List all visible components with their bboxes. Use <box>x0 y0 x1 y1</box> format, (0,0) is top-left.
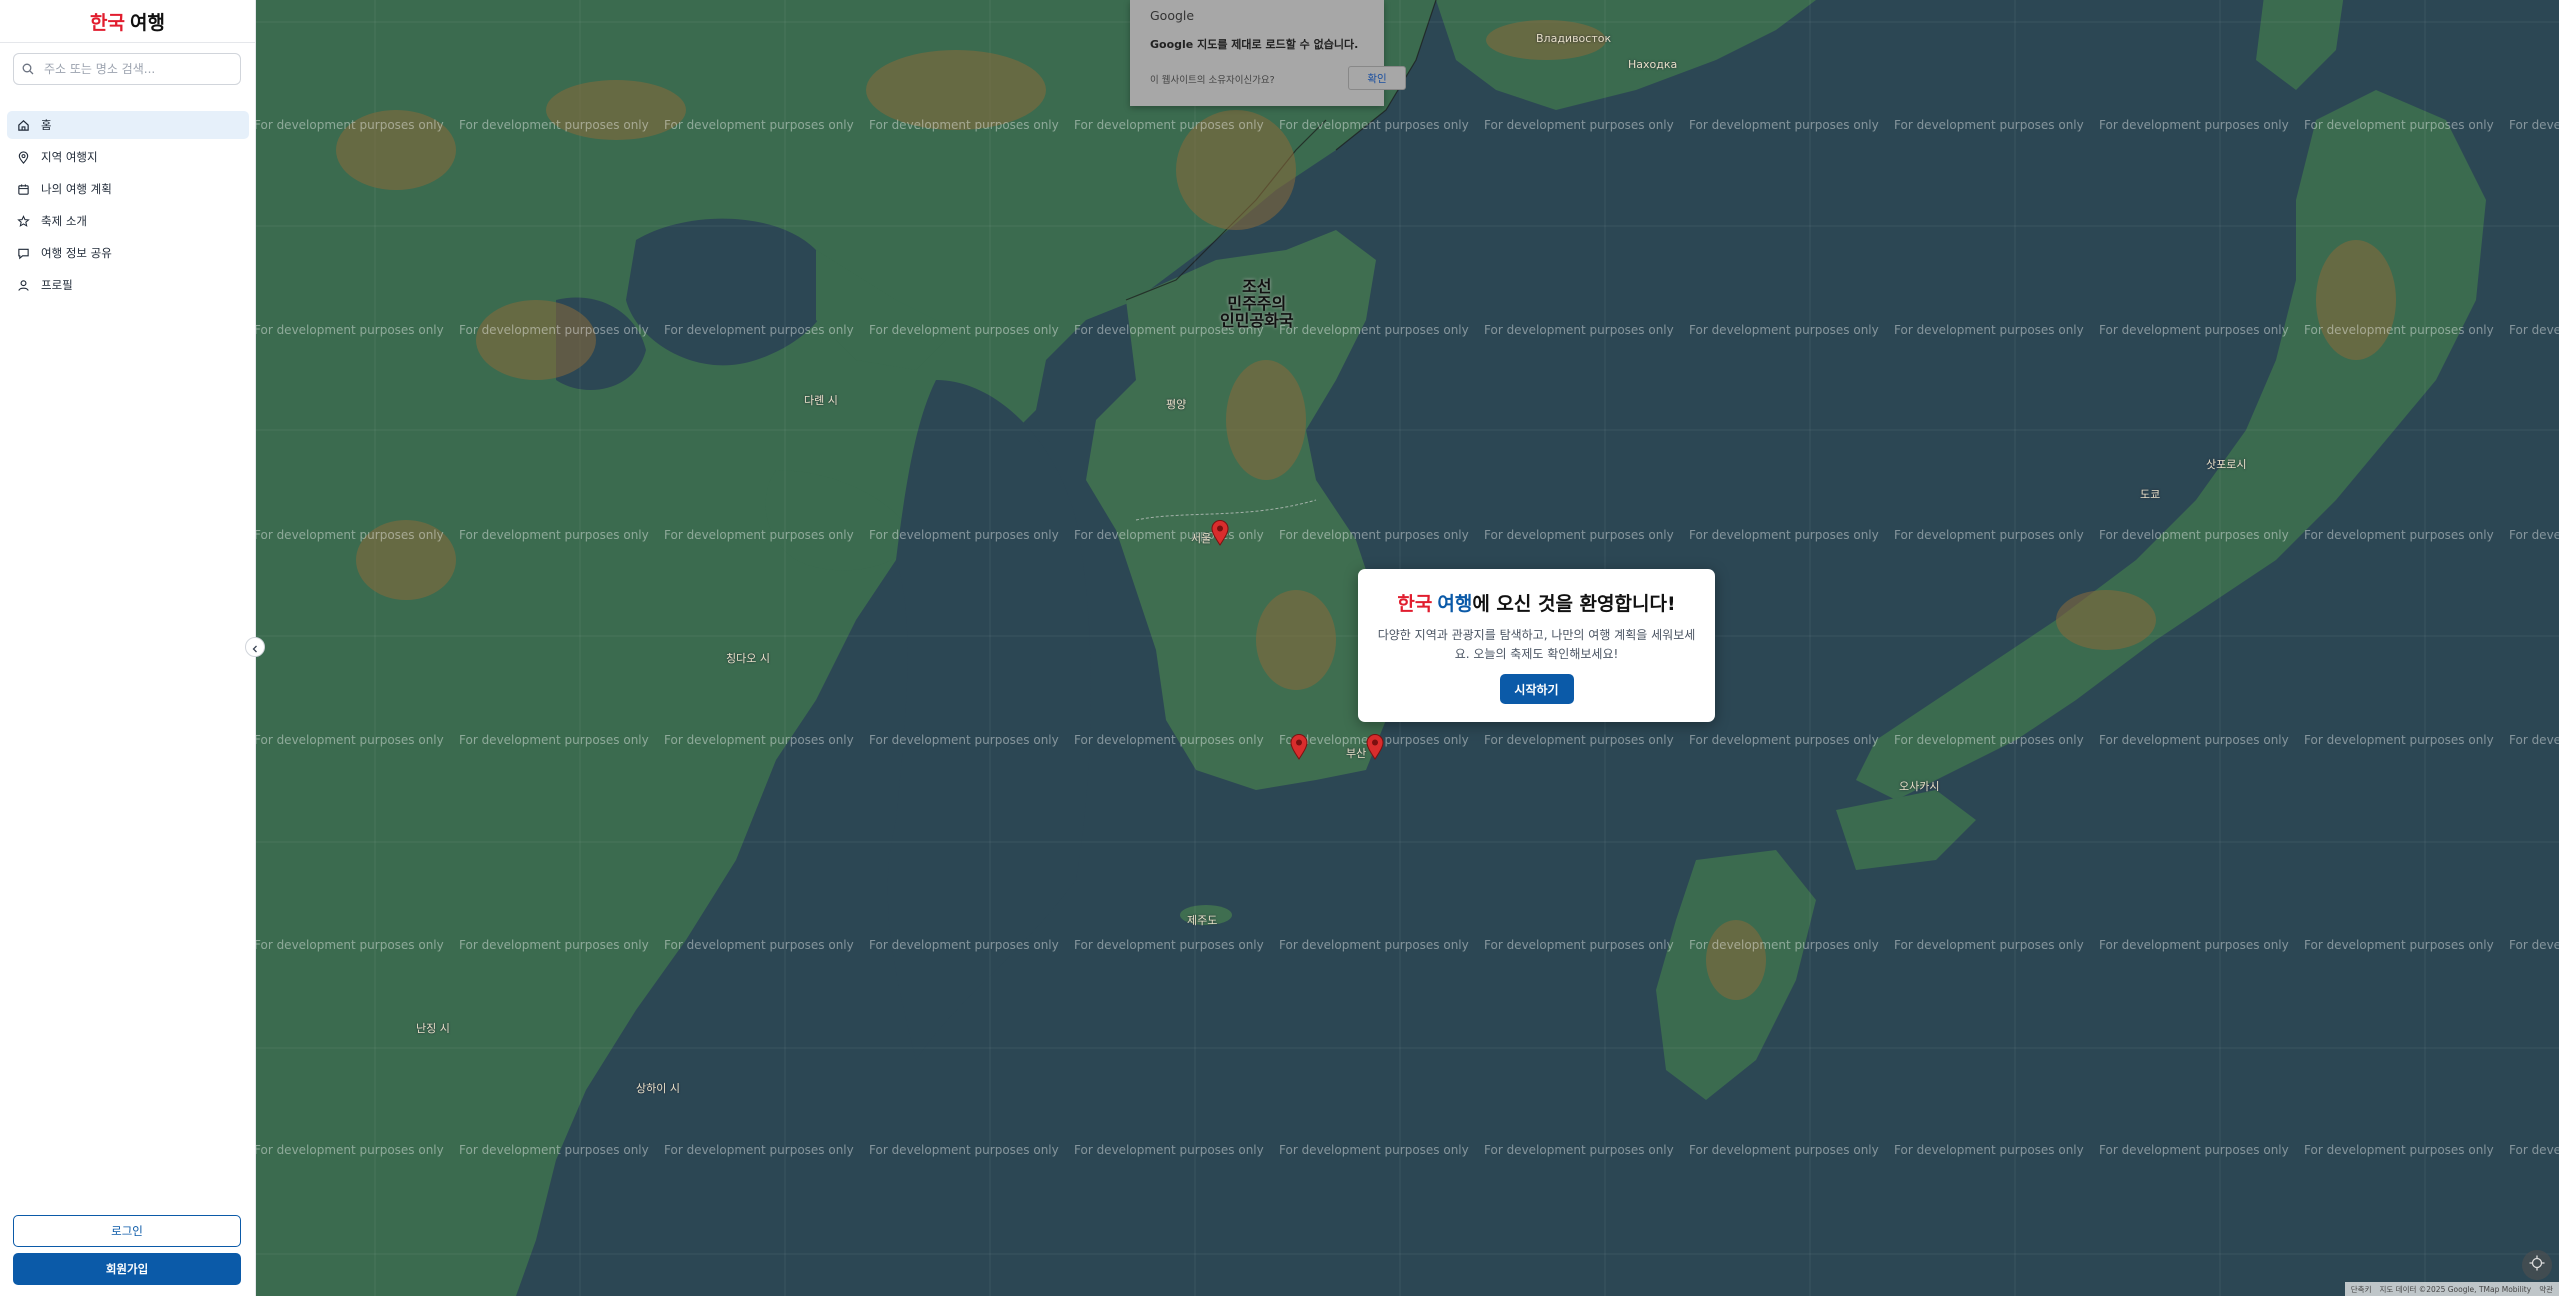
map-label-dprk-line: 조선 <box>1242 277 1272 296</box>
sidebar-item-share[interactable]: 여행 정보 공유 <box>7 239 249 267</box>
map-pin-icon <box>15 149 31 165</box>
map-canvas[interactable]: For development purposes only For develop… <box>256 0 2559 1296</box>
google-maps-error-dialog: Google Google 지도를 제대로 로드할 수 없습니다. 이 웹사이트… <box>1130 0 1406 106</box>
search-box <box>13 53 241 85</box>
star-icon <box>15 213 31 229</box>
map-label-dprk-line: 민주주의 <box>1227 294 1287 313</box>
sidebar-item-regions[interactable]: 지역 여행지 <box>7 143 249 171</box>
google-dialog-brand: Google <box>1150 8 1195 23</box>
attribution-data: 지도 데이터 ©2025 Google, TMap Mobility <box>2379 1284 2532 1294</box>
chevron-left-icon <box>251 638 259 657</box>
user-icon <box>15 277 31 293</box>
map-label-sapporo: 삿포로시 <box>2206 458 2247 471</box>
sidebar-item-my-plans[interactable]: 나의 여행 계획 <box>7 175 249 203</box>
map-label-seoul: 서울 <box>1191 532 1212 545</box>
home-icon <box>15 117 31 133</box>
welcome-title-travel: 여행 <box>1437 593 1473 615</box>
map-label-osaka: 오사카시 <box>1899 780 1940 793</box>
map-label-dalian: 다롄 시 <box>804 394 838 407</box>
google-dialog-message: Google 지도를 제대로 로드할 수 없습니다. <box>1150 38 1359 51</box>
welcome-description: 다양한 지역과 관광지를 탐색하고, 나만의 여행 계획을 세워보세요. 오늘의… <box>1377 628 1696 661</box>
map-marker-pin[interactable] <box>1211 520 1229 546</box>
start-button[interactable]: 시작하기 <box>1499 674 1574 704</box>
sidebar-item-profile[interactable]: 프로필 <box>7 271 249 299</box>
sidebar: 한국 여행 홈 지역 여행지 나의 여행 계획 <box>0 0 256 1296</box>
sidebar-item-label: 나의 여행 계획 <box>41 182 112 196</box>
my-location-button[interactable] <box>2522 1250 2552 1280</box>
login-button[interactable]: 로그인 <box>13 1215 241 1247</box>
crosshair-icon <box>2529 1255 2545 1275</box>
calendar-plan-icon <box>15 181 31 197</box>
sidebar-item-label: 지역 여행지 <box>41 150 98 164</box>
brand-logo[interactable]: 한국 여행 <box>0 0 255 43</box>
sidebar-item-label: 축제 소개 <box>41 214 87 228</box>
map-label-dprk: 조선 민주주의 인민공화국 <box>1220 278 1294 329</box>
map-marker-pin[interactable] <box>1290 734 1308 760</box>
sidebar-collapse-button[interactable] <box>245 637 265 657</box>
map-label-dprk-line: 인민공화국 <box>1220 311 1294 330</box>
google-dialog-question: 이 웹사이트의 소유자이신가요? <box>1150 75 1275 86</box>
attribution-shortcuts[interactable]: 단축키 <box>2351 1284 2372 1295</box>
map-label-tokyo: 도쿄 <box>2140 488 2161 501</box>
welcome-title: 한국 여행에 오신 것을 환영합니다! <box>1358 589 1715 616</box>
brand-travel: 여행 <box>130 11 165 34</box>
search-icon <box>14 63 42 75</box>
brand-korea: 한국 <box>90 11 125 34</box>
signup-button[interactable]: 회원가입 <box>13 1253 241 1285</box>
sidebar-item-home[interactable]: 홈 <box>7 111 249 139</box>
sidebar-nav: 홈 지역 여행지 나의 여행 계획 축제 소개 여행 정보 공유 프로필 <box>7 111 249 303</box>
message-icon <box>15 245 31 261</box>
welcome-modal: 한국 여행에 오신 것을 환영합니다! 다양한 지역과 관광지를 탐색하고, 나만… <box>1358 569 1715 722</box>
map-label-nakhodka: Находка <box>1628 58 1678 71</box>
map-attribution: 단축키 지도 데이터 ©2025 Google, TMap Mobility 약… <box>2344 1282 2559 1296</box>
map-marker-pin[interactable] <box>1366 734 1384 760</box>
sidebar-item-label: 여행 정보 공유 <box>41 246 112 260</box>
map-label-nanjing: 난징 시 <box>416 1022 450 1035</box>
map-label-pyongyang: 평양 <box>1166 398 1187 411</box>
map-label-vladivostok: Владивосток <box>1536 32 1612 45</box>
map-label-shanghai: 상하이 시 <box>636 1082 680 1095</box>
google-dialog-ok-button[interactable]: 확인 <box>1348 66 1406 90</box>
search-input[interactable] <box>42 61 236 77</box>
welcome-title-rest: 에 오신 것을 환영합니다! <box>1472 593 1676 615</box>
map-label-busan: 부산 <box>1346 747 1367 760</box>
sidebar-item-festivals[interactable]: 축제 소개 <box>7 207 249 235</box>
welcome-title-korea: 한국 <box>1397 593 1433 615</box>
sidebar-item-label: 홈 <box>41 118 52 132</box>
map-label-jeju: 제주도 <box>1187 914 1218 927</box>
map-label-qingdao: 칭다오 시 <box>726 652 770 665</box>
attribution-terms[interactable]: 약관 <box>2539 1284 2553 1295</box>
sidebar-item-label: 프로필 <box>41 278 73 292</box>
